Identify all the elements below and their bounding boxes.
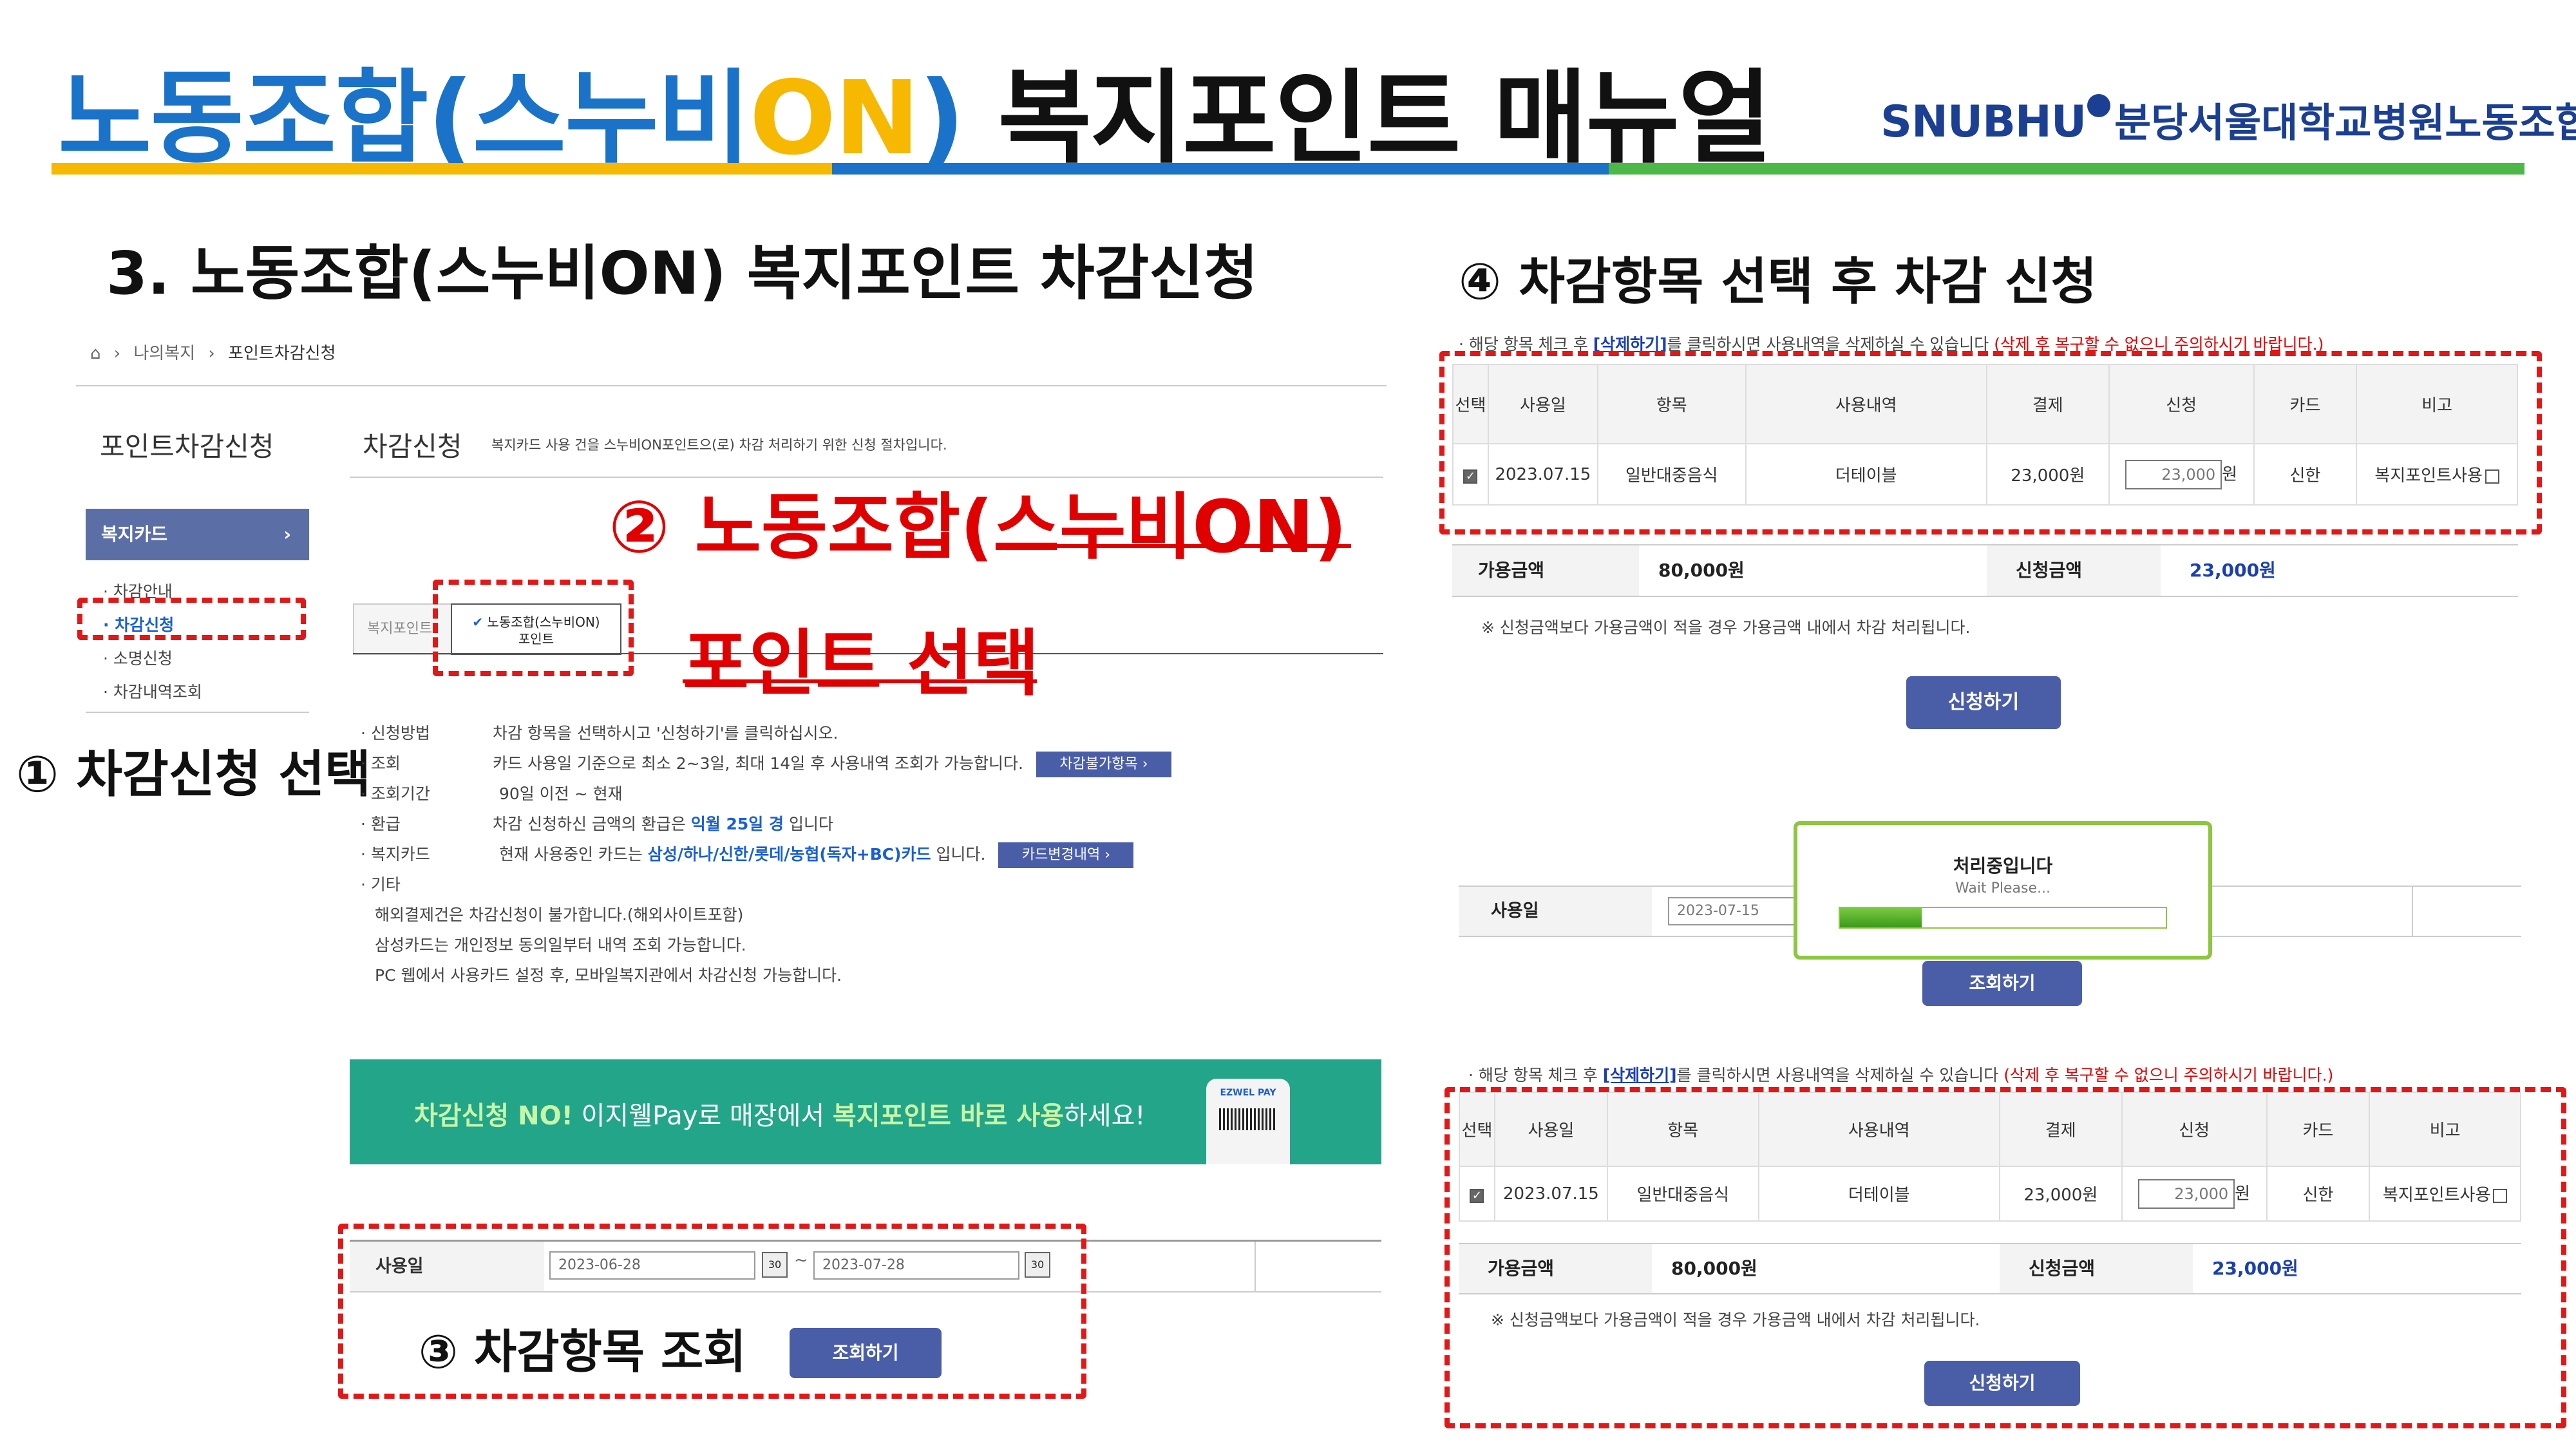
highlight-table-bottom xyxy=(1444,1087,2566,1428)
breadcrumb: ⌂ › 나의복지 › 포인트차감신청 xyxy=(90,344,336,363)
search-row-divider-right xyxy=(2412,887,2413,936)
etc-line-2: 삼성카드는 개인정보 동의일부터 내역 조회 가능합니다. xyxy=(375,936,746,954)
step2-label-line2: 포인트 선택 xyxy=(683,622,1040,706)
logo-en: SNUBHU xyxy=(1880,97,2087,147)
content-desc: 복지카드 사용 건을 스누비ON포인트으(로) 차감 처리하기 위한 신청 절차… xyxy=(491,437,947,453)
title-part1: 노동조합(스누비 xyxy=(58,59,751,178)
highlight-union-tab xyxy=(433,580,634,676)
info-row-period: · 조회기간 90일 이전 ~ 현재 xyxy=(361,784,623,803)
home-icon[interactable]: ⌂ xyxy=(90,344,101,363)
logo-kr: 분당서울대학교병원노동조합 xyxy=(2114,99,2576,146)
info-row-card: · 복지카드 현재 사용중인 카드는 삼성/하나/신한/롯데/농협(독자+BC)카… xyxy=(361,839,1171,869)
title-rest: 복지포인트 매뉴얼 xyxy=(998,59,1772,178)
highlight-table-top xyxy=(1439,351,2542,535)
search-label-right: 사용일 xyxy=(1459,887,1652,936)
sidebar-divider xyxy=(86,712,309,713)
breadcrumb-item[interactable]: 나의복지 xyxy=(133,344,195,363)
breadcrumb-current: 포인트차감신청 xyxy=(228,344,336,363)
ezwel-pay-phone-icon: EZWEL PAY xyxy=(1206,1079,1290,1164)
etc-line-3: PC 웹에서 사용카드 설정 후, 모바일복지관에서 차감신청 가능합니다. xyxy=(375,966,842,985)
sidebar-item-explain[interactable]: · 소명신청 xyxy=(103,642,202,676)
available-value: 80,000원 xyxy=(1658,560,1745,581)
loading-title: 처리중입니다 xyxy=(1953,855,2053,876)
title-part2: ) xyxy=(918,59,965,178)
non-deductible-items-button[interactable]: 차감불가항목 › xyxy=(1036,752,1171,777)
summary-row-top: 가용금액 80,000원 신청금액 23,000원 xyxy=(1452,544,2518,597)
step1-label: ① 차감신청 선택 xyxy=(16,746,371,804)
info-row-lookup: · 조회 카드 사용일 기준으로 최소 2~3일, 최대 14일 후 사용내역 조… xyxy=(361,748,1171,779)
info-row-etc: · 기타 xyxy=(361,875,401,894)
loading-progress-fill xyxy=(1840,908,1922,927)
search-button-right[interactable]: 조회하기 xyxy=(1922,961,2082,1006)
section-title: 3. 노동조합(스누비ON) 복지포인트 차감신청 xyxy=(106,239,1258,308)
step2-underline1 xyxy=(1010,544,1351,548)
sidebar-head-label: 복지카드 xyxy=(101,524,168,545)
document-title: 노동조합(스누비ON) 복지포인트 매뉴얼 xyxy=(58,35,1772,183)
chevron-right-icon: › xyxy=(283,524,291,545)
footnote-top: ※ 신청금액보다 가용금액이 적을 경우 가용금액 내에서 차감 처리됩니다. xyxy=(1481,618,1971,637)
request-value: 23,000원 xyxy=(2190,560,2276,581)
ezwel-pay-banner[interactable]: 차감신청 NO! 이지웰Pay로 매장에서 복지포인트 바로 사용하세요! EZ… xyxy=(350,1059,1381,1164)
barcode-icon xyxy=(1219,1108,1277,1130)
loading-progress-bar xyxy=(1839,907,2167,929)
sidebar-welfare-card[interactable]: 복지카드 › xyxy=(86,509,309,560)
delete-link-bottom[interactable]: [삭제하기] xyxy=(1603,1066,1677,1084)
highlight-sidebar-request xyxy=(77,598,306,640)
title-on: ON xyxy=(749,59,920,178)
highlight-search-area xyxy=(338,1224,1086,1399)
header-bar-blue xyxy=(832,163,1609,175)
loading-subtitle: Wait Please... xyxy=(1955,880,2050,896)
loading-dialog: 처리중입니다 Wait Please... xyxy=(1794,821,2212,960)
banner-text: 차감신청 NO! 이지웰Pay로 매장에서 복지포인트 바로 사용하세요! xyxy=(414,1101,1146,1131)
content-title: 차감신청 xyxy=(363,431,462,462)
request-label: 신청금액 xyxy=(1987,545,2161,596)
card-change-history-button[interactable]: 카드변경내역 › xyxy=(998,842,1134,868)
apply-button-top[interactable]: 신청하기 xyxy=(1906,676,2061,729)
header-bar-green xyxy=(1609,163,2524,175)
step2-underline2 xyxy=(683,679,1037,683)
sidebar-item-history[interactable]: · 차감내역조회 xyxy=(103,676,202,709)
step4-label: ④ 차감항목 선택 후 차감 신청 xyxy=(1459,253,2098,311)
info-list: · 신청방법 차감 항목을 선택하시고 '신청하기'를 클릭하십시오. · 조회 카… xyxy=(361,718,1171,990)
info-row-method: · 신청방법 차감 항목을 선택하시고 '신청하기'를 클릭하십시오. xyxy=(361,724,838,743)
info-row-refund: · 환급 차감 신청하신 금액의 환급은 익월 25일 경 입니다 xyxy=(361,815,833,833)
page-title: 포인트차감신청 xyxy=(100,431,274,462)
delete-notice-bottom: · 해당 항목 체크 후 [삭제하기]를 클릭하시면 사용내역을 삭제하실 수 … xyxy=(1468,1066,2334,1084)
logo-mark-icon xyxy=(2087,94,2111,117)
header-bar-yellow xyxy=(52,163,832,175)
etc-line-1: 해외결제건은 차감신청이 불가합니다.(해외사이트포함) xyxy=(375,905,744,924)
union-logo: SNUBHU 분당서울대학교병원노동조합 xyxy=(1880,90,2576,148)
breadcrumb-divider xyxy=(76,385,1387,386)
sidebar-menu: · 차감안내 · 차감신청 · 소명신청 · 차감내역조회 xyxy=(103,575,202,709)
available-label: 가용금액 xyxy=(1452,545,1639,596)
search-row-divider xyxy=(1255,1242,1256,1291)
step2-label-line1: ② 노동조합(스누비ON) xyxy=(609,486,1347,569)
